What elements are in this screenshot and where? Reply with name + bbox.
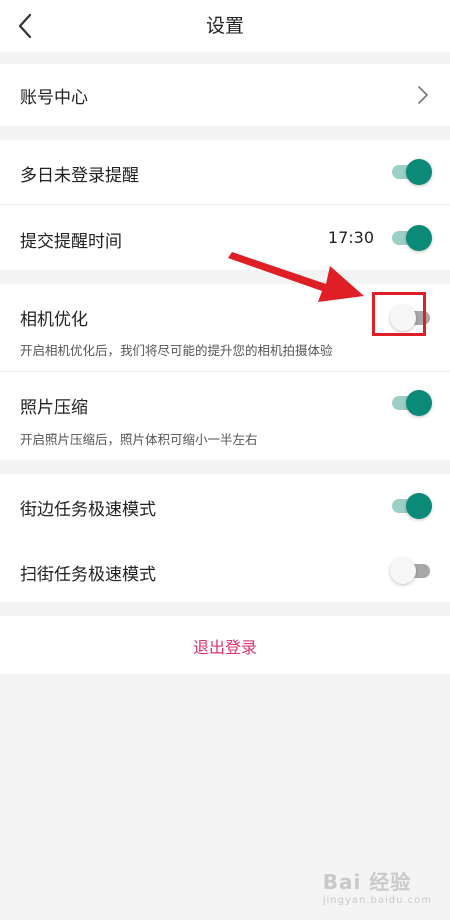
- street-task-fast-mode-toggle[interactable]: [392, 492, 432, 520]
- account-center-row[interactable]: 账号中心: [0, 64, 450, 126]
- photo-compression-description: 开启照片压缩后，照片体积可缩小一半左右: [20, 432, 258, 447]
- settings-screen: 设置 账号中心 多日未登录提醒 提交提醒时间 17:30 相机优化 开启相机优化…: [0, 0, 450, 920]
- photo-compression-label: 照片压缩: [20, 398, 88, 418]
- account-center-label: 账号中心: [20, 88, 88, 108]
- reminder-group: 多日未登录提醒 提交提醒时间 17:30: [0, 140, 450, 270]
- logout-button[interactable]: 退出登录: [0, 634, 450, 658]
- watermark-url: jingyan.baidu.com: [322, 895, 432, 906]
- multi-day-reminder-label: 多日未登录提醒: [20, 166, 139, 186]
- street-task-fast-mode-label: 街边任务极速模式: [20, 500, 156, 520]
- annotation-arrow-icon: [228, 252, 364, 302]
- sweep-task-fast-mode-label: 扫街任务极速模式: [20, 565, 156, 585]
- logout-row: 退出登录: [0, 616, 450, 674]
- toggle-knob: [406, 390, 432, 416]
- task-mode-group: 街边任务极速模式 扫街任务极速模式: [0, 474, 450, 602]
- submit-reminder-time-label: 提交提醒时间: [20, 232, 122, 252]
- camera-optimization-label: 相机优化: [20, 310, 88, 330]
- watermark-brand: Bai 经验: [322, 870, 412, 894]
- divider: [0, 371, 450, 372]
- multi-day-reminder-toggle[interactable]: [392, 158, 432, 186]
- top-bar: 设置: [0, 0, 450, 52]
- toggle-knob: [406, 225, 432, 251]
- camera-optimization-description: 开启相机优化后，我们将尽可能的提升您的相机拍摄体验: [20, 343, 333, 358]
- chevron-right-icon: [418, 86, 428, 104]
- toggle-knob: [406, 493, 432, 519]
- toggle-knob: [390, 558, 416, 584]
- submit-reminder-time-toggle[interactable]: [392, 224, 432, 252]
- toggle-knob: [406, 159, 432, 185]
- submit-reminder-time-value[interactable]: 17:30: [328, 228, 374, 247]
- photo-compression-toggle[interactable]: [392, 389, 432, 417]
- divider: [0, 204, 450, 205]
- annotation-highlight-box: [372, 292, 426, 336]
- watermark: Bai 经验 jingyan.baidu.com: [323, 866, 432, 906]
- sweep-task-fast-mode-toggle[interactable]: [390, 557, 430, 585]
- page-title: 设置: [205, 15, 244, 37]
